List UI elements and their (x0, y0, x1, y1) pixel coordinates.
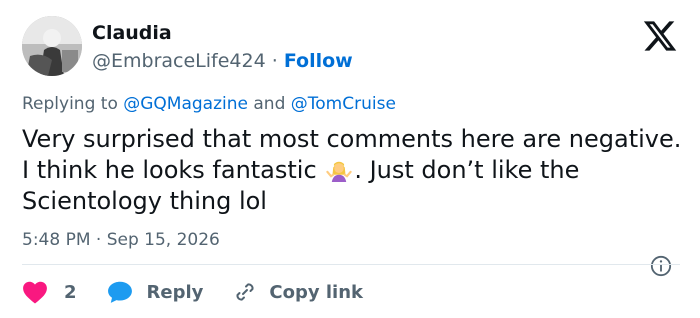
replying-prefix: Replying to (22, 94, 118, 114)
tweet-timestamp[interactable]: 5:48 PM · Sep 15, 2026 (22, 228, 220, 252)
action-bar: 2 Reply Copy link (22, 278, 363, 306)
link-icon (236, 283, 254, 301)
woman-shrugging-emoji-icon (326, 161, 352, 182)
author-handle[interactable]: @EmbraceLife424 (92, 50, 266, 72)
copy-link-button[interactable]: Copy link (233, 280, 363, 304)
reply-context: Replying to @GQMagazine and @TomCruise (22, 92, 396, 116)
reply-button[interactable]: Reply (107, 280, 204, 304)
copy-link-label: Copy link (269, 281, 363, 303)
x-logo-icon[interactable] (640, 18, 680, 54)
like-button[interactable]: 2 (22, 280, 77, 304)
mention-gqmagazine[interactable]: @GQMagazine (123, 94, 248, 114)
author-display-name[interactable]: Claudia (92, 20, 172, 46)
heart-icon (23, 281, 47, 304)
replying-conjunction: and (253, 94, 286, 114)
follow-button[interactable]: Follow (284, 50, 353, 72)
handle-separator: · (271, 50, 278, 72)
tweet-text: Very surprised that most comments here a… (22, 124, 682, 217)
avatar[interactable] (22, 16, 82, 76)
reply-label: Reply (146, 281, 204, 303)
mention-tomcruise[interactable]: @TomCruise (291, 94, 396, 114)
reply-bubble-icon (107, 281, 132, 303)
author-handle-row: @EmbraceLife424 · Follow (92, 48, 353, 74)
info-icon[interactable] (650, 255, 672, 277)
like-count: 2 (64, 281, 77, 303)
avatar-image (22, 16, 82, 76)
actions-divider (22, 264, 680, 265)
